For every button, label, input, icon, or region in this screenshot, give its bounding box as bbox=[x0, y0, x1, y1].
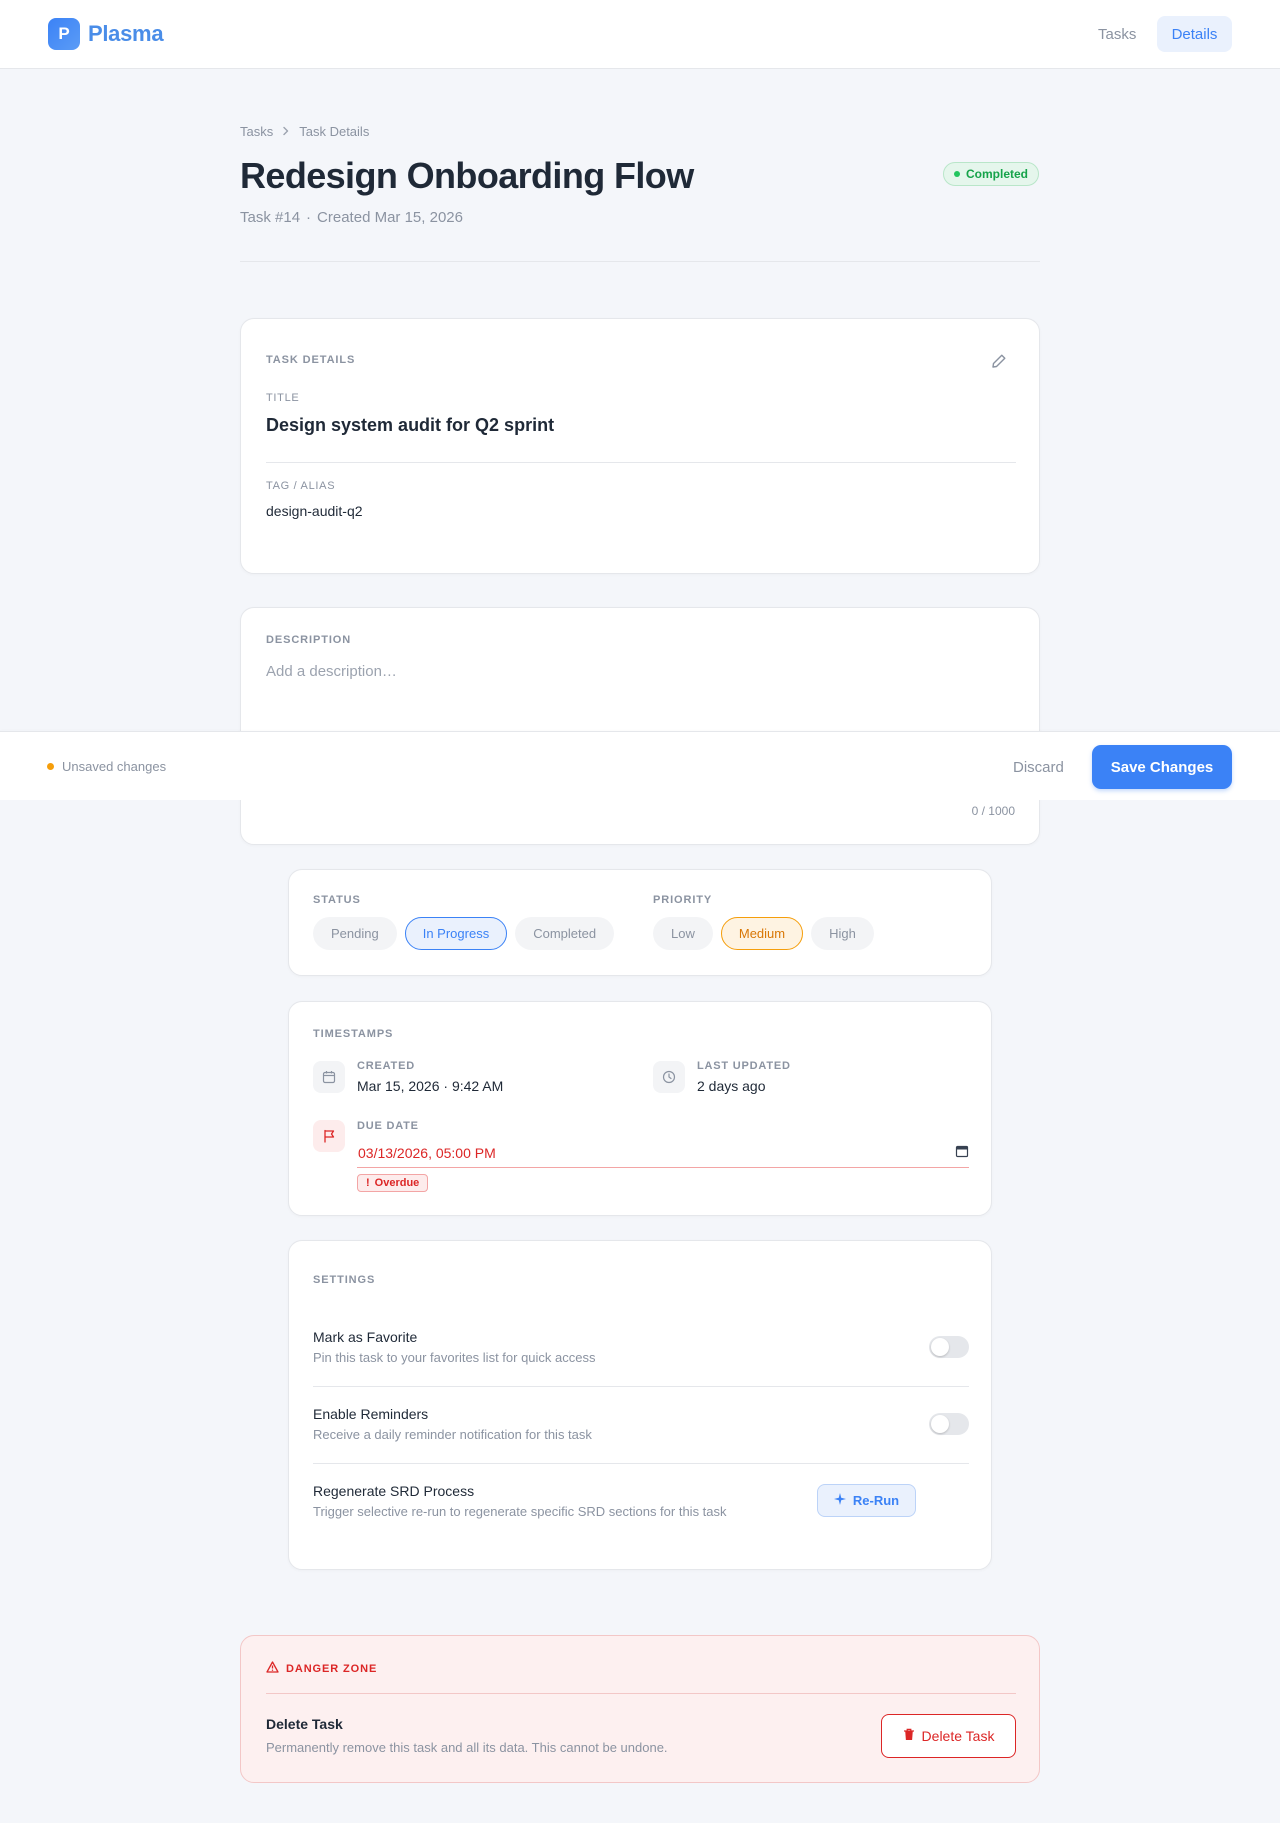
logo-mark: P bbox=[48, 18, 80, 50]
settings-heading: Settings bbox=[313, 1274, 376, 1286]
description-heading: Description bbox=[266, 634, 352, 646]
danger-zone-label: DANGER ZONE bbox=[286, 1662, 378, 1675]
save-changes-button[interactable]: Save Changes bbox=[1092, 745, 1232, 789]
priority-group: Priority Low Medium High bbox=[653, 894, 874, 950]
danger-zone-heading: DANGER ZONE bbox=[266, 1661, 377, 1676]
favorite-toggle[interactable] bbox=[929, 1336, 969, 1358]
status-options: Pending In Progress Completed bbox=[313, 917, 615, 950]
due-date-label: Due Date bbox=[357, 1120, 419, 1132]
reminders-title: Enable Reminders bbox=[313, 1406, 429, 1422]
pencil-icon[interactable] bbox=[989, 351, 1009, 371]
task-details-card: Task Details Title Design system audit f… bbox=[240, 318, 1040, 574]
app-logo[interactable]: P Plasma bbox=[48, 18, 164, 50]
timestamps-card: Timestamps Created Mar 15, 2026 · 9:42 A… bbox=[288, 1001, 992, 1216]
unsaved-dot-icon bbox=[47, 763, 54, 770]
priority-label: Priority bbox=[653, 894, 713, 906]
favorite-title: Mark as Favorite bbox=[313, 1329, 418, 1345]
title-value[interactable]: Design system audit for Q2 sprint bbox=[266, 415, 554, 436]
rerun-label: Re-Run bbox=[852, 1493, 900, 1508]
description-card: Description 0 / 1000 bbox=[240, 607, 1040, 845]
toggle-knob bbox=[931, 1338, 949, 1356]
flag-icon bbox=[313, 1120, 345, 1152]
unsaved-changes-bar: Unsaved changes Discard Save Changes bbox=[0, 731, 1280, 800]
created-value: Mar 15, 2026 · 9:42 AM bbox=[357, 1078, 504, 1094]
overdue-label: Overdue bbox=[374, 1177, 420, 1189]
task-id: Task #14 bbox=[240, 209, 301, 226]
calendar-icon bbox=[313, 1061, 345, 1093]
reminders-setting: Enable Reminders Receive a daily reminde… bbox=[313, 1406, 969, 1442]
meta-separator: · bbox=[306, 209, 312, 226]
favorite-desc: Pin this task to your favorites list for… bbox=[313, 1350, 596, 1365]
overdue-badge: ! Overdue bbox=[357, 1174, 429, 1192]
clock-icon bbox=[653, 1061, 685, 1093]
status-badge: Completed bbox=[943, 162, 1040, 186]
delete-task-button[interactable]: Delete Task bbox=[881, 1714, 1016, 1758]
toggle-knob bbox=[931, 1415, 949, 1433]
settings-divider bbox=[313, 1386, 969, 1387]
calendar-picker-icon[interactable] bbox=[955, 1144, 969, 1161]
status-dot-icon bbox=[954, 171, 960, 177]
status-option-pending[interactable]: Pending bbox=[313, 917, 397, 950]
danger-zone-card: DANGER ZONE Delete Task Permanently remo… bbox=[240, 1635, 1040, 1783]
timestamps-heading: Timestamps bbox=[313, 1028, 394, 1040]
status-label: Status bbox=[313, 894, 361, 906]
priority-option-low[interactable]: Low bbox=[653, 917, 713, 950]
status-option-in-progress[interactable]: In Progress bbox=[404, 917, 508, 950]
top-navbar: P Plasma Tasks Details bbox=[0, 0, 1280, 69]
delete-task-title: Delete Task bbox=[266, 1716, 343, 1732]
settings-divider bbox=[313, 1463, 969, 1464]
unsaved-indicator: Unsaved changes bbox=[47, 759, 166, 774]
settings-card: Settings Mark as Favorite Pin this task … bbox=[288, 1240, 992, 1570]
reminders-toggle[interactable] bbox=[929, 1413, 969, 1435]
last-updated-value: 2 days ago bbox=[697, 1078, 766, 1094]
created-meta: Created Mar 15, 2026 bbox=[317, 209, 463, 226]
alert-icon: ! bbox=[366, 1177, 370, 1189]
favorite-setting: Mark as Favorite Pin this task to your f… bbox=[313, 1329, 969, 1365]
nav-details-link[interactable]: Details bbox=[1157, 16, 1232, 52]
trash-icon bbox=[903, 1728, 915, 1744]
breadcrumb-tasks-link[interactable]: Tasks bbox=[240, 124, 273, 139]
nav-tasks-link[interactable]: Tasks bbox=[1082, 16, 1152, 52]
due-date-input[interactable]: 03/13/2026, 05:00 PM bbox=[357, 1138, 969, 1168]
unsaved-label: Unsaved changes bbox=[62, 759, 167, 774]
status-badge-label: Completed bbox=[966, 167, 1029, 181]
last-updated-label: Last Updated bbox=[697, 1060, 791, 1072]
details-divider bbox=[266, 462, 1016, 463]
char-count: 0 / 1000 bbox=[971, 804, 1015, 818]
warning-icon bbox=[266, 1661, 279, 1676]
app-name: Plasma bbox=[88, 21, 164, 46]
delete-task-label: Delete Task bbox=[921, 1728, 995, 1744]
danger-divider bbox=[266, 1693, 1016, 1694]
created-label: Created bbox=[357, 1060, 415, 1072]
sparkle-icon bbox=[833, 1493, 846, 1508]
page-title: Redesign Onboarding Flow bbox=[240, 155, 694, 196]
delete-task-desc: Permanently remove this task and all its… bbox=[266, 1740, 668, 1755]
priority-options: Low Medium High bbox=[653, 917, 874, 950]
priority-option-high[interactable]: High bbox=[811, 917, 874, 950]
breadcrumb: Tasks Task Details bbox=[240, 124, 369, 139]
priority-option-medium[interactable]: Medium bbox=[720, 917, 804, 950]
status-option-completed[interactable]: Completed bbox=[515, 917, 615, 950]
breadcrumb-current: Task Details bbox=[299, 124, 370, 139]
due-date-value: 03/13/2026, 05:00 PM bbox=[358, 1144, 496, 1161]
header-divider bbox=[240, 261, 1040, 262]
tag-value[interactable]: design-audit-q2 bbox=[266, 503, 363, 519]
page-subtitle: Task #14 · Created Mar 15, 2026 bbox=[240, 209, 463, 226]
status-priority-card: Status Pending In Progress Completed Pri… bbox=[288, 869, 992, 976]
tag-label: Tag / Alias bbox=[266, 480, 336, 492]
rerun-button[interactable]: Re-Run bbox=[817, 1484, 916, 1517]
title-label: Title bbox=[266, 392, 300, 404]
chevron-right-icon bbox=[281, 124, 291, 139]
discard-button[interactable]: Discard bbox=[1000, 752, 1077, 782]
task-details-heading: Task Details bbox=[266, 354, 356, 366]
status-group: Status Pending In Progress Completed bbox=[313, 894, 615, 950]
reminders-desc: Receive a daily reminder notification fo… bbox=[313, 1427, 592, 1442]
